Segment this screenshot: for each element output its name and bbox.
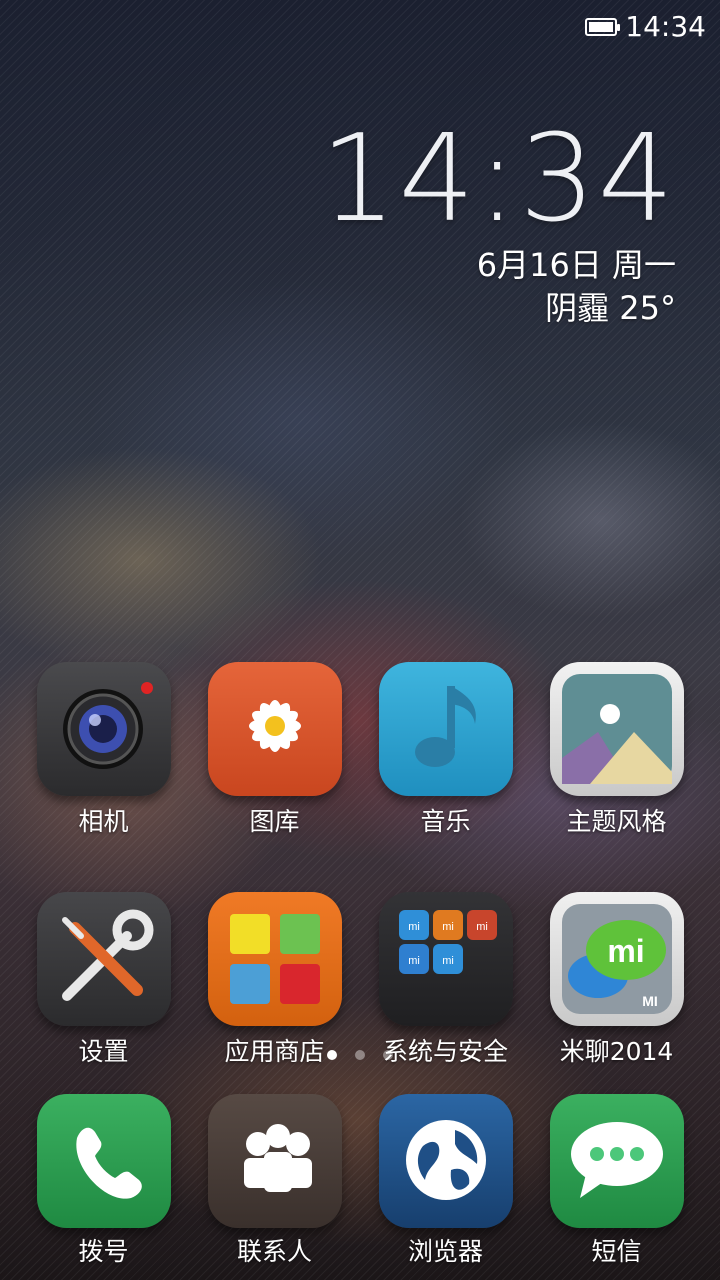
weather-info: 阴霾 25° bbox=[545, 289, 676, 327]
gallery-flower-icon bbox=[207, 662, 342, 796]
music-note-icon bbox=[378, 662, 513, 796]
dock-browser[interactable]: 浏览器 bbox=[360, 1094, 531, 1268]
app-gallery[interactable]: 图库 bbox=[189, 662, 360, 838]
app-label: 相机 bbox=[78, 807, 129, 836]
app-store-icon bbox=[207, 892, 342, 1026]
app-label: 短信 bbox=[591, 1237, 642, 1266]
page-dot bbox=[355, 1050, 365, 1060]
miliao-chat-icon: mi MI bbox=[549, 892, 684, 1026]
phone-icon bbox=[36, 1094, 171, 1228]
folder-system-security[interactable]: mi mi mi mi mi 系统与安全 bbox=[360, 892, 531, 1068]
page-dot bbox=[383, 1050, 393, 1060]
theme-picture-icon bbox=[549, 662, 684, 796]
battery-icon bbox=[585, 17, 621, 36]
app-theme[interactable]: 主题风格 bbox=[531, 662, 702, 838]
dock: 拨号 联系人 浏览器 短信 bbox=[18, 1094, 702, 1268]
app-label: 浏览器 bbox=[407, 1237, 483, 1266]
folder-mini-label: mi bbox=[476, 921, 488, 933]
app-label: 图库 bbox=[249, 807, 300, 836]
browser-globe-icon bbox=[378, 1094, 513, 1228]
status-bar: 14:34 bbox=[585, 10, 706, 43]
contacts-icon bbox=[207, 1094, 342, 1228]
folder-icon: mi mi mi mi mi bbox=[378, 892, 513, 1026]
folder-mini-label: mi bbox=[442, 955, 454, 967]
folder-mini-label: mi bbox=[408, 955, 420, 967]
app-camera[interactable]: 相机 bbox=[18, 662, 189, 838]
app-label: 联系人 bbox=[236, 1237, 312, 1266]
app-miliao[interactable]: mi MI 米聊2014 bbox=[531, 892, 702, 1068]
miliao-icon-text: mi bbox=[607, 933, 644, 969]
app-store[interactable]: 应用商店 bbox=[189, 892, 360, 1068]
sms-bubble-icon bbox=[549, 1094, 684, 1228]
clock-date: 6月16日 周一 bbox=[476, 246, 676, 284]
dock-sms[interactable]: 短信 bbox=[531, 1094, 702, 1268]
app-label: 主题风格 bbox=[566, 807, 667, 836]
folder-mini-label: mi bbox=[408, 921, 420, 933]
miliao-icon-corner: MI bbox=[642, 993, 658, 1009]
folder-mini-label: mi bbox=[442, 921, 454, 933]
app-music[interactable]: 音乐 bbox=[360, 662, 531, 838]
clock-time: 14:34 bbox=[320, 110, 676, 249]
app-label: 音乐 bbox=[420, 807, 471, 836]
dock-contacts[interactable]: 联系人 bbox=[189, 1094, 360, 1268]
app-grid: 相机 图库 音乐 主题风格 设置 应用商店 mi mi mi mi mi 系统与… bbox=[18, 662, 702, 1068]
app-settings[interactable]: 设置 bbox=[18, 892, 189, 1068]
app-label: 拨号 bbox=[78, 1237, 129, 1266]
page-dot-active bbox=[327, 1050, 337, 1060]
settings-tools-icon bbox=[36, 892, 171, 1026]
page-indicator[interactable] bbox=[0, 1050, 720, 1060]
status-time: 14:34 bbox=[625, 10, 706, 43]
camera-icon bbox=[36, 662, 171, 796]
dock-phone[interactable]: 拨号 bbox=[18, 1094, 189, 1268]
